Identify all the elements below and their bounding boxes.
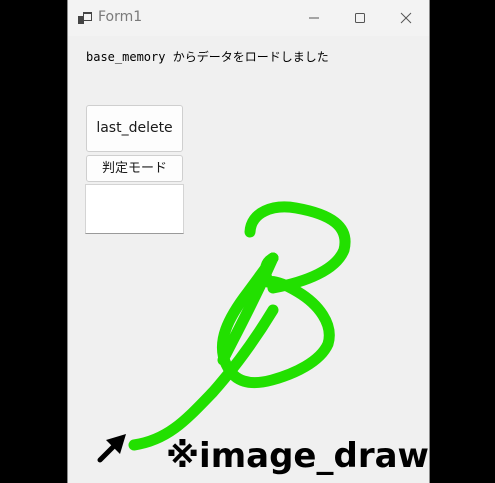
image-draw-canvas[interactable] [68,0,430,483]
status-label: base_memory からデータをロードしました [86,50,329,64]
minimize-button[interactable] [291,0,337,36]
title-bar[interactable]: Form1 [68,0,429,36]
image-draw-caption: ※image_draw [166,436,429,476]
form1-window: Form1 base_memory からデータをロードしました last_del… [67,0,430,483]
blank-button[interactable] [85,184,184,234]
arrow-up-right-icon [97,434,126,463]
close-icon [400,12,412,24]
maximize-icon [355,13,365,23]
drawn-b-stroke [128,201,351,451]
close-button[interactable] [383,0,429,36]
judge-mode-button[interactable]: 判定モード [86,155,183,182]
app-icon [78,12,92,24]
window-title: Form1 [98,9,143,25]
last-delete-button[interactable]: last_delete [86,105,183,152]
maximize-button[interactable] [337,0,383,36]
minimize-icon [309,17,319,19]
